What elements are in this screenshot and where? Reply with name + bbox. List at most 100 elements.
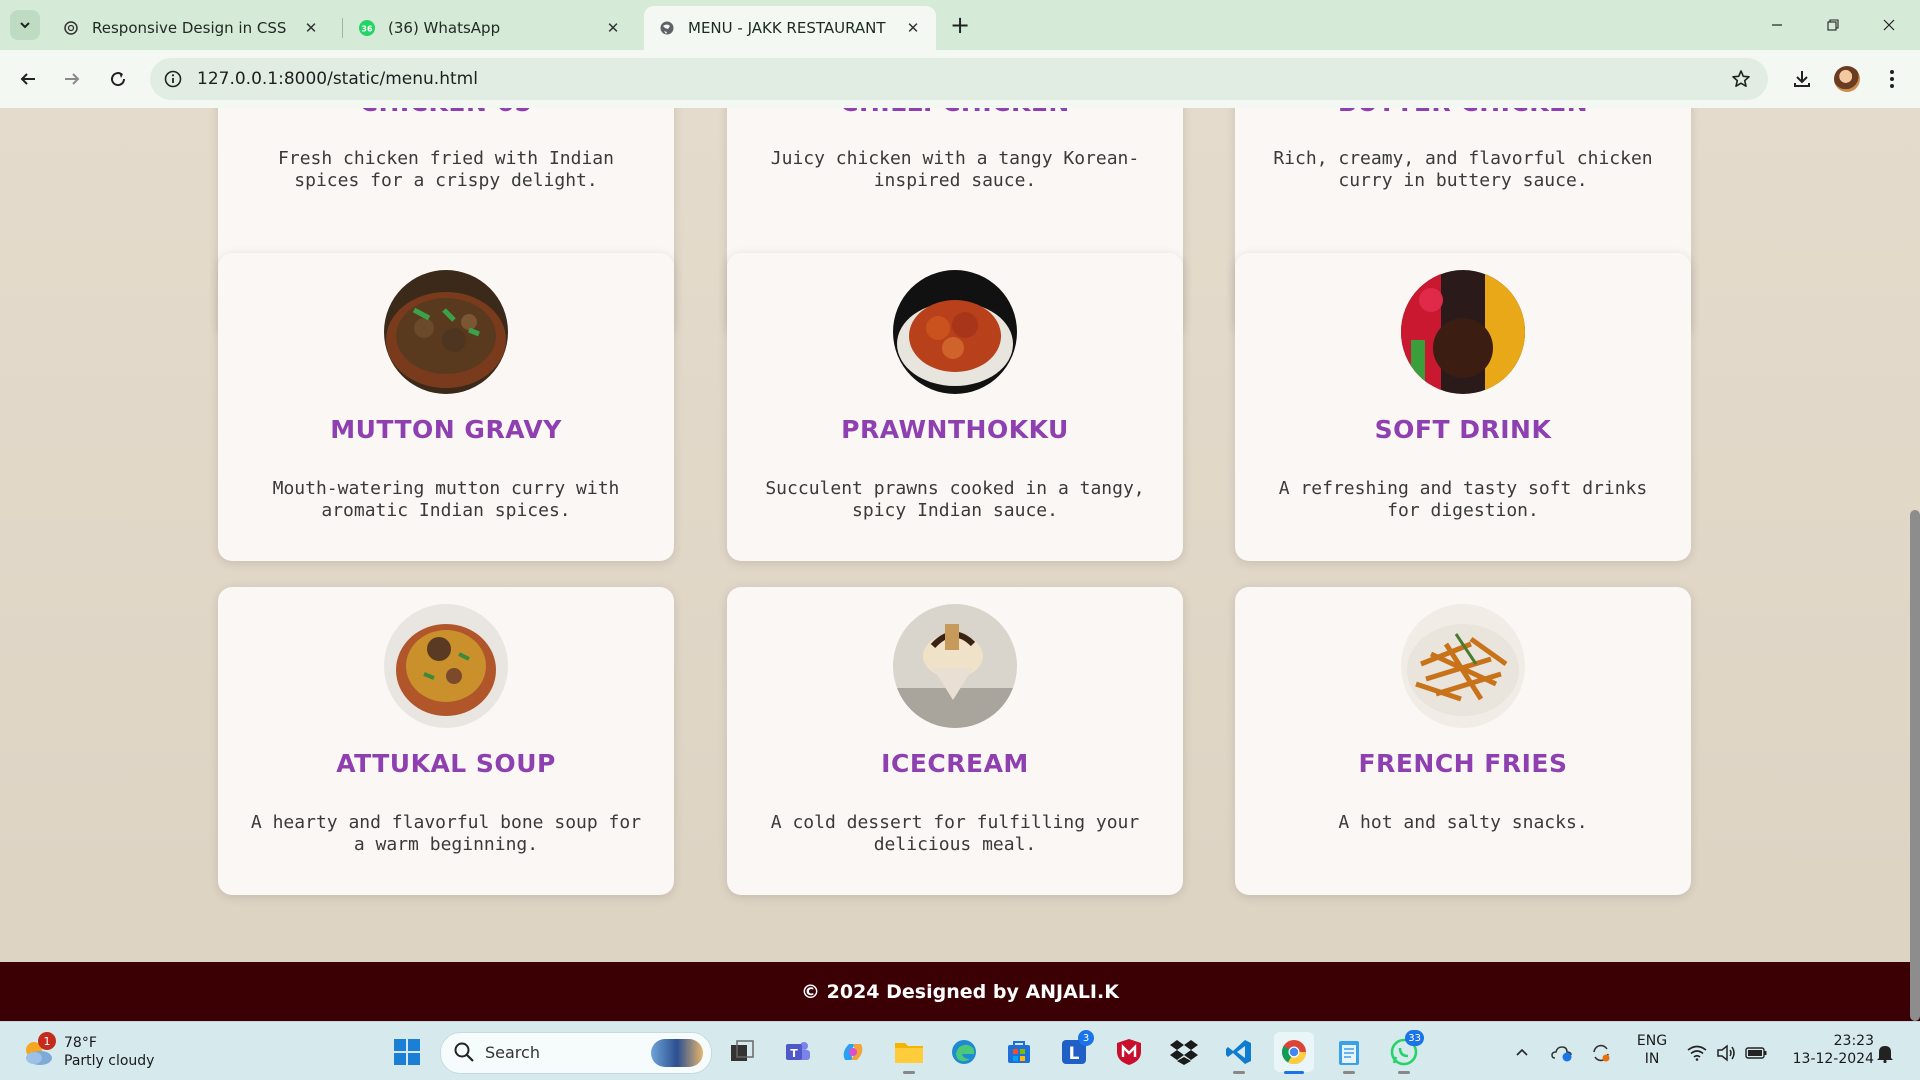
- vscode-icon: [1226, 1040, 1251, 1064]
- close-icon[interactable]: ✕: [300, 17, 322, 39]
- sync-tray[interactable]: [1590, 1042, 1612, 1064]
- new-tab-button[interactable]: +: [946, 11, 974, 39]
- sync-icon: [1593, 1044, 1610, 1062]
- tab-menu-jakk-restaurant[interactable]: MENU - JAKK RESTAURANT ✕: [644, 6, 936, 50]
- menu-card: PRAWNTHOKKU Succulent prawns cooked in a…: [727, 253, 1183, 561]
- weather-badge: 1: [38, 1032, 56, 1050]
- volume-tray[interactable]: [1715, 1042, 1737, 1064]
- whatsapp-button[interactable]: 33: [1384, 1030, 1424, 1074]
- mcafee-button[interactable]: [1109, 1032, 1149, 1072]
- menu-card: ICECREAM A cold dessert for fulfilling y…: [727, 587, 1183, 895]
- dish-name: PRAWNTHOKKU: [841, 415, 1069, 444]
- wifi-tray[interactable]: [1686, 1042, 1708, 1064]
- menu-card: SOFT DRINK A refreshing and tasty soft d…: [1235, 253, 1691, 561]
- microsoft-store-button[interactable]: [999, 1032, 1039, 1072]
- dish-image-french-fries: [1401, 604, 1525, 728]
- notifications-button[interactable]: [1874, 1042, 1896, 1064]
- vscode-button[interactable]: [1219, 1032, 1259, 1074]
- menu-button[interactable]: [1876, 63, 1908, 95]
- clock[interactable]: 23:23 13-12-2024: [1782, 1032, 1874, 1068]
- windows-logo-icon: [394, 1039, 420, 1065]
- dropbox-button[interactable]: [1164, 1032, 1204, 1072]
- dish-description: A hearty and flavorful bone soup for a w…: [250, 812, 642, 855]
- forward-button[interactable]: [56, 63, 88, 95]
- task-view-button[interactable]: [722, 1032, 762, 1072]
- running-indicator: [903, 1071, 915, 1074]
- bookmark-star-icon[interactable]: [1728, 66, 1754, 92]
- back-button[interactable]: [12, 63, 44, 95]
- l-app-button[interactable]: L 3: [1054, 1030, 1094, 1072]
- battery-icon: [1745, 1047, 1767, 1059]
- reload-button[interactable]: [102, 63, 134, 95]
- restore-button[interactable]: [1810, 8, 1856, 42]
- dish-description: A hot and salty snacks.: [1338, 812, 1588, 833]
- svg-text:T: T: [790, 1047, 798, 1060]
- edge-button[interactable]: [944, 1032, 984, 1072]
- running-indicator: [1398, 1071, 1410, 1074]
- notepad-button[interactable]: [1329, 1032, 1369, 1074]
- dropbox-icon: [1170, 1040, 1198, 1065]
- search-icon: [454, 1042, 474, 1062]
- dish-image-prawnthokku: [893, 270, 1017, 394]
- dish-description: Fresh chicken fried with Indian spices f…: [278, 148, 614, 191]
- more-vertical-icon: [1890, 70, 1894, 88]
- start-button[interactable]: [387, 1032, 427, 1072]
- arrow-left-icon: [20, 73, 35, 85]
- tab-separator: [342, 18, 343, 38]
- download-icon: [1794, 71, 1810, 87]
- downloads-button[interactable]: [1786, 63, 1818, 95]
- file-explorer-button[interactable]: [889, 1032, 929, 1074]
- address-bar[interactable]: 127.0.0.1:8000/static/menu.html: [150, 58, 1768, 100]
- url-text[interactable]: 127.0.0.1:8000/static/menu.html: [197, 58, 478, 100]
- site-info-icon[interactable]: [160, 66, 186, 92]
- bell-icon: [1877, 1046, 1893, 1063]
- dish-name: ATTUKAL SOUP: [336, 749, 556, 778]
- dish-name: CHICKEN 65: [218, 108, 674, 117]
- language-indicator[interactable]: ENG IN: [1632, 1032, 1672, 1068]
- battery-tray[interactable]: [1745, 1042, 1767, 1064]
- show-hidden-icons-button[interactable]: [1511, 1042, 1533, 1064]
- onedrive-tray[interactable]: [1551, 1042, 1573, 1064]
- language-region: IN: [1644, 1051, 1660, 1067]
- wifi-icon: [1687, 1045, 1707, 1061]
- weather-widget[interactable]: 1 78°F Partly cloudy: [20, 1030, 154, 1074]
- dish-description: Juicy chicken with a tangy Korean-inspir…: [770, 148, 1140, 191]
- close-icon: [1883, 19, 1895, 31]
- scrollbar-thumb[interactable]: [1910, 510, 1920, 1021]
- tab-search-button[interactable]: [10, 10, 40, 40]
- tab-responsive-design[interactable]: Responsive Design in CSS ✕: [48, 6, 334, 50]
- footer-text: © 2024 Designed by ANJALI.K: [801, 980, 1119, 1003]
- minimize-button[interactable]: [1754, 8, 1800, 42]
- whatsapp-badge: 33: [1405, 1030, 1424, 1046]
- openai-icon: [62, 19, 80, 37]
- active-indicator: [1284, 1071, 1304, 1074]
- running-indicator: [1343, 1071, 1355, 1074]
- l-app-badge: 3: [1078, 1030, 1094, 1046]
- close-icon[interactable]: ✕: [602, 17, 624, 39]
- menu-card: FRENCH FRIES A hot and salty snacks.: [1235, 587, 1691, 895]
- chevron-down-icon: [20, 22, 30, 29]
- chrome-button[interactable]: [1274, 1032, 1314, 1074]
- dish-name: CHILLI CHICKEN: [727, 108, 1183, 117]
- globe-icon: [658, 19, 676, 37]
- dish-description: Rich, creamy, and flavorful chicken curr…: [1273, 148, 1653, 191]
- avatar: [1834, 66, 1860, 92]
- dish-name: BUTTER CHICKEN: [1235, 108, 1691, 117]
- page-viewport: CHICKEN 65 Fresh chicken fried with Indi…: [0, 108, 1920, 1021]
- teams-button[interactable]: T: [778, 1032, 818, 1072]
- svg-text:L: L: [1069, 1044, 1080, 1064]
- close-window-button[interactable]: [1866, 8, 1912, 42]
- windows-taskbar: 1 78°F Partly cloudy Search T L 3 33 ENG…: [0, 1021, 1920, 1080]
- profile-button[interactable]: [1831, 63, 1863, 95]
- partly-cloudy-icon: 1: [20, 1032, 56, 1070]
- tab-title: MENU - JAKK RESTAURANT: [688, 19, 886, 37]
- close-icon[interactable]: ✕: [902, 17, 924, 39]
- copilot-button[interactable]: [833, 1032, 873, 1072]
- tab-whatsapp[interactable]: 36 (36) WhatsApp ✕: [344, 6, 636, 50]
- dish-image-soft-drink: [1401, 270, 1525, 394]
- dish-description: Mouth-watering mutton curry with aromati…: [272, 478, 620, 521]
- taskbar-search[interactable]: Search: [440, 1032, 712, 1074]
- folder-icon: [895, 1043, 923, 1063]
- dish-name: SOFT DRINK: [1374, 415, 1552, 444]
- dish-description: A refreshing and tasty soft drinks for d…: [1278, 478, 1648, 521]
